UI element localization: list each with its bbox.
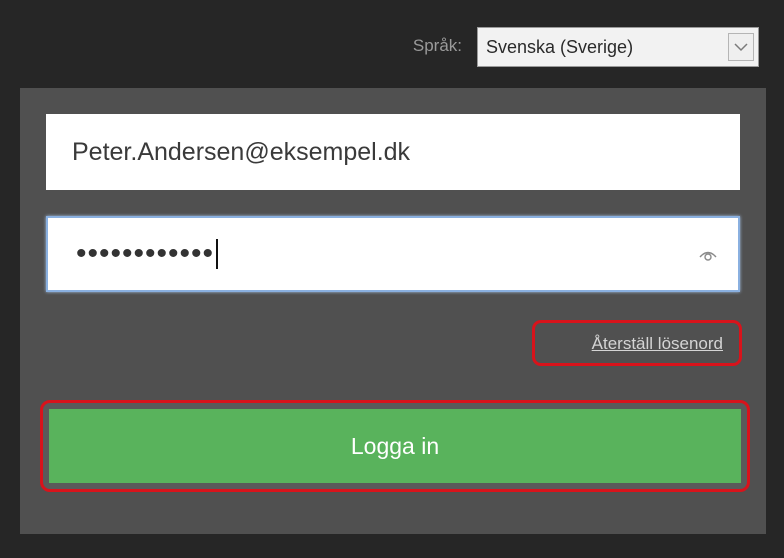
reset-password-link[interactable]: Återställ lösenord [592,334,723,354]
language-label: Språk: [412,36,462,55]
eye-icon[interactable] [698,244,718,264]
login-button-highlight: Logga in [40,400,750,492]
chevron-down-icon[interactable] [728,33,754,61]
email-value: Peter.Andersen@eksempel.dk [72,137,411,166]
password-dots: •••••••••••• [76,237,215,270]
language-selected-value: Svenska (Sverige) [486,36,634,57]
text-caret [216,239,219,269]
login-button[interactable]: Logga in [49,409,741,483]
reset-password-highlight: Återställ lösenord [532,320,742,366]
password-field[interactable]: •••••••••••• [46,216,740,292]
language-select[interactable]: Svenska (Sverige) [477,27,759,67]
email-field[interactable]: Peter.Andersen@eksempel.dk [46,114,740,190]
login-panel: Peter.Andersen@eksempel.dk •••••••••••• … [20,88,766,534]
